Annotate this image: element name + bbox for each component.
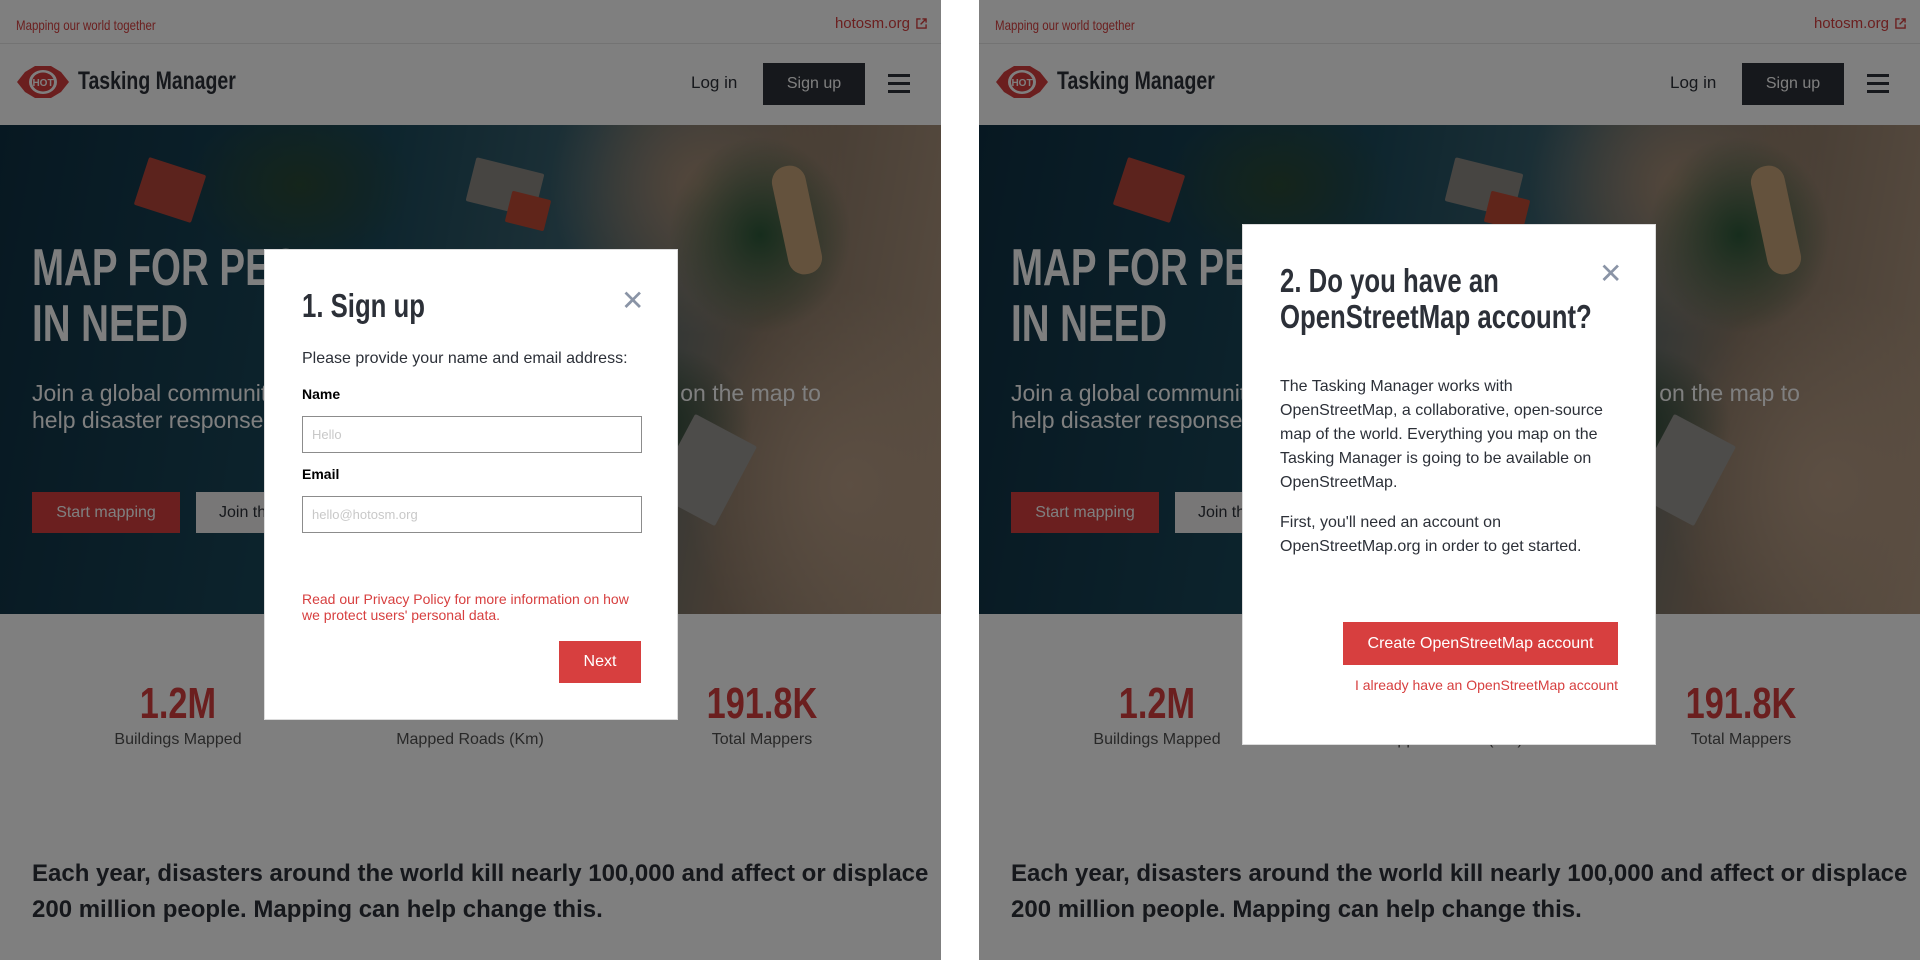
create-osm-account-button[interactable]: Create OpenStreetMap account <box>1343 622 1618 665</box>
existing-osm-account-link[interactable]: I already have an OpenStreetMap account <box>1355 677 1618 693</box>
modal-title: 2. Do you have an OpenStreetMap account? <box>1280 262 1592 335</box>
close-icon[interactable]: ✕ <box>1599 260 1622 288</box>
signup-intro: Please provide your name and email addre… <box>302 350 628 367</box>
signup-modal: 1. Sign up ✕ Please provide your name an… <box>264 249 678 720</box>
close-icon[interactable]: ✕ <box>621 287 644 315</box>
privacy-policy-link[interactable]: Read our Privacy Policy for more informa… <box>302 591 642 623</box>
email-label: Email <box>302 466 340 482</box>
osm-description: The Tasking Manager works with OpenStree… <box>1280 378 1603 491</box>
panel-left: Mapping our world together hotosm.org HO… <box>0 0 941 960</box>
name-label: Name <box>302 386 341 402</box>
email-field[interactable]: hello@hotosm.org <box>302 496 642 533</box>
name-field[interactable]: Hello <box>302 416 642 453</box>
next-button[interactable]: Next <box>559 641 641 683</box>
modal-title: 1. Sign up <box>302 287 425 324</box>
panel-right: Mapping our world together hotosm.org HO… <box>979 0 1920 960</box>
osm-instruction: First, you'll need an account on OpenStr… <box>1280 514 1582 555</box>
osm-account-modal: 2. Do you have an OpenStreetMap account? … <box>1242 224 1656 745</box>
